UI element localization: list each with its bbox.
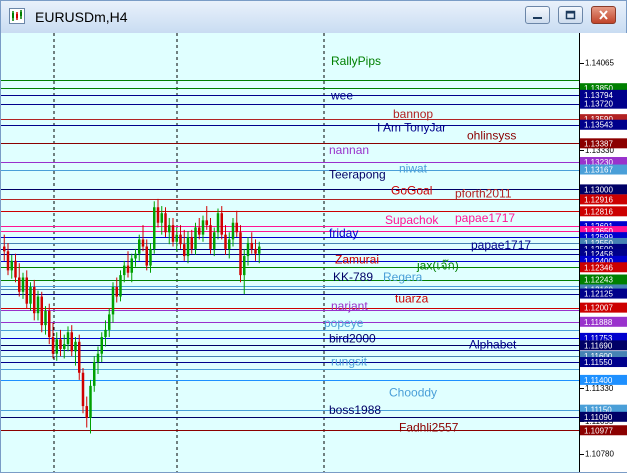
line-label: narjant (331, 299, 368, 313)
line-label: I Am TonyJar (377, 121, 446, 135)
chart-window: EURUSDm,H4 RallyPips wee bannop I Am TonyJa… (0, 0, 627, 473)
price-tag: 1.13720 (584, 100, 613, 109)
price-tag: 1.13543 (584, 121, 613, 130)
price-tag: 1.12816 (584, 207, 613, 216)
line-label: Chooddy (389, 386, 437, 400)
line-label: boss1988 (329, 403, 381, 417)
restore-button[interactable] (558, 6, 583, 24)
scale-label: 1.11330 (585, 384, 614, 393)
line-label: RallyPips (331, 54, 381, 68)
price-tag: 1.11400 (584, 376, 613, 385)
line-labels-layer: RallyPips wee bannopI Am TonyJar ohlinsyss n… (324, 54, 531, 434)
close-button[interactable] (591, 6, 616, 24)
line-label: tuarza (395, 292, 429, 306)
line-label: pforth2011 (455, 186, 512, 200)
line-label: rungsit (331, 355, 368, 369)
minimize-icon (533, 17, 542, 19)
window-title: EURUSDm,H4 (35, 9, 128, 25)
line-label: Supachok (385, 213, 439, 227)
scale-label: 1.10780 (585, 450, 614, 459)
price-tag: 1.13387 (584, 139, 613, 148)
price-tag: 1.11888 (584, 318, 613, 327)
line-label: jax(เจ๊ก) (416, 258, 459, 272)
price-tag: 1.12007 (584, 304, 613, 313)
price-tag: 1.11690 (584, 341, 613, 350)
line-label: KK-789 (333, 270, 373, 284)
line-label: Teerapong (329, 167, 386, 181)
line-label: Regera (383, 270, 423, 284)
price-scale-labels: 1.140651.133301.125991.113301.110551.107… (580, 59, 627, 459)
price-tag: 1.11090 (584, 413, 613, 422)
line-label: bannop (393, 107, 433, 121)
line-label: niwat (399, 162, 428, 176)
line-label: papae1717 (471, 238, 531, 252)
price-tag: 1.10977 (584, 426, 613, 435)
line-label: Fadhli2557 (399, 420, 459, 434)
price-tag: 1.12125 (584, 290, 613, 299)
price-tag: 1.12916 (584, 195, 613, 204)
price-tag: 1.13000 (584, 185, 613, 194)
line-label: nannan (329, 143, 369, 157)
line-label: GoGoal (391, 183, 432, 197)
price-tag: 1.12243 (584, 276, 613, 285)
line-label: Alphabet (469, 338, 517, 352)
price-tag: 1.12346 (584, 263, 613, 272)
chart-window-icon (9, 8, 25, 24)
price-tag: 1.11550 (584, 358, 613, 367)
close-icon (599, 10, 608, 20)
line-label: wee (330, 89, 353, 103)
price-chart[interactable]: RallyPips wee bannop I Am TonyJar ohlinsyss n… (1, 33, 579, 472)
line-label: popeye (324, 316, 364, 330)
price-scale[interactable]: 1.140651.133301.125991.113301.110551.107… (579, 33, 627, 472)
line-label: papae1717 (455, 211, 515, 225)
line-label: friday (329, 226, 358, 240)
scale-label: 1.14065 (585, 59, 614, 68)
price-tag: 1.13167 (584, 166, 613, 175)
line-label: bird2000 (329, 331, 376, 345)
price-tag: 1.13794 (584, 91, 613, 100)
restore-icon (565, 10, 576, 20)
minimize-button[interactable] (525, 6, 550, 24)
line-label: Zamurai (335, 252, 379, 266)
line-label: ohlinsyss (467, 128, 516, 142)
title-bar[interactable]: EURUSDm,H4 (1, 1, 626, 33)
